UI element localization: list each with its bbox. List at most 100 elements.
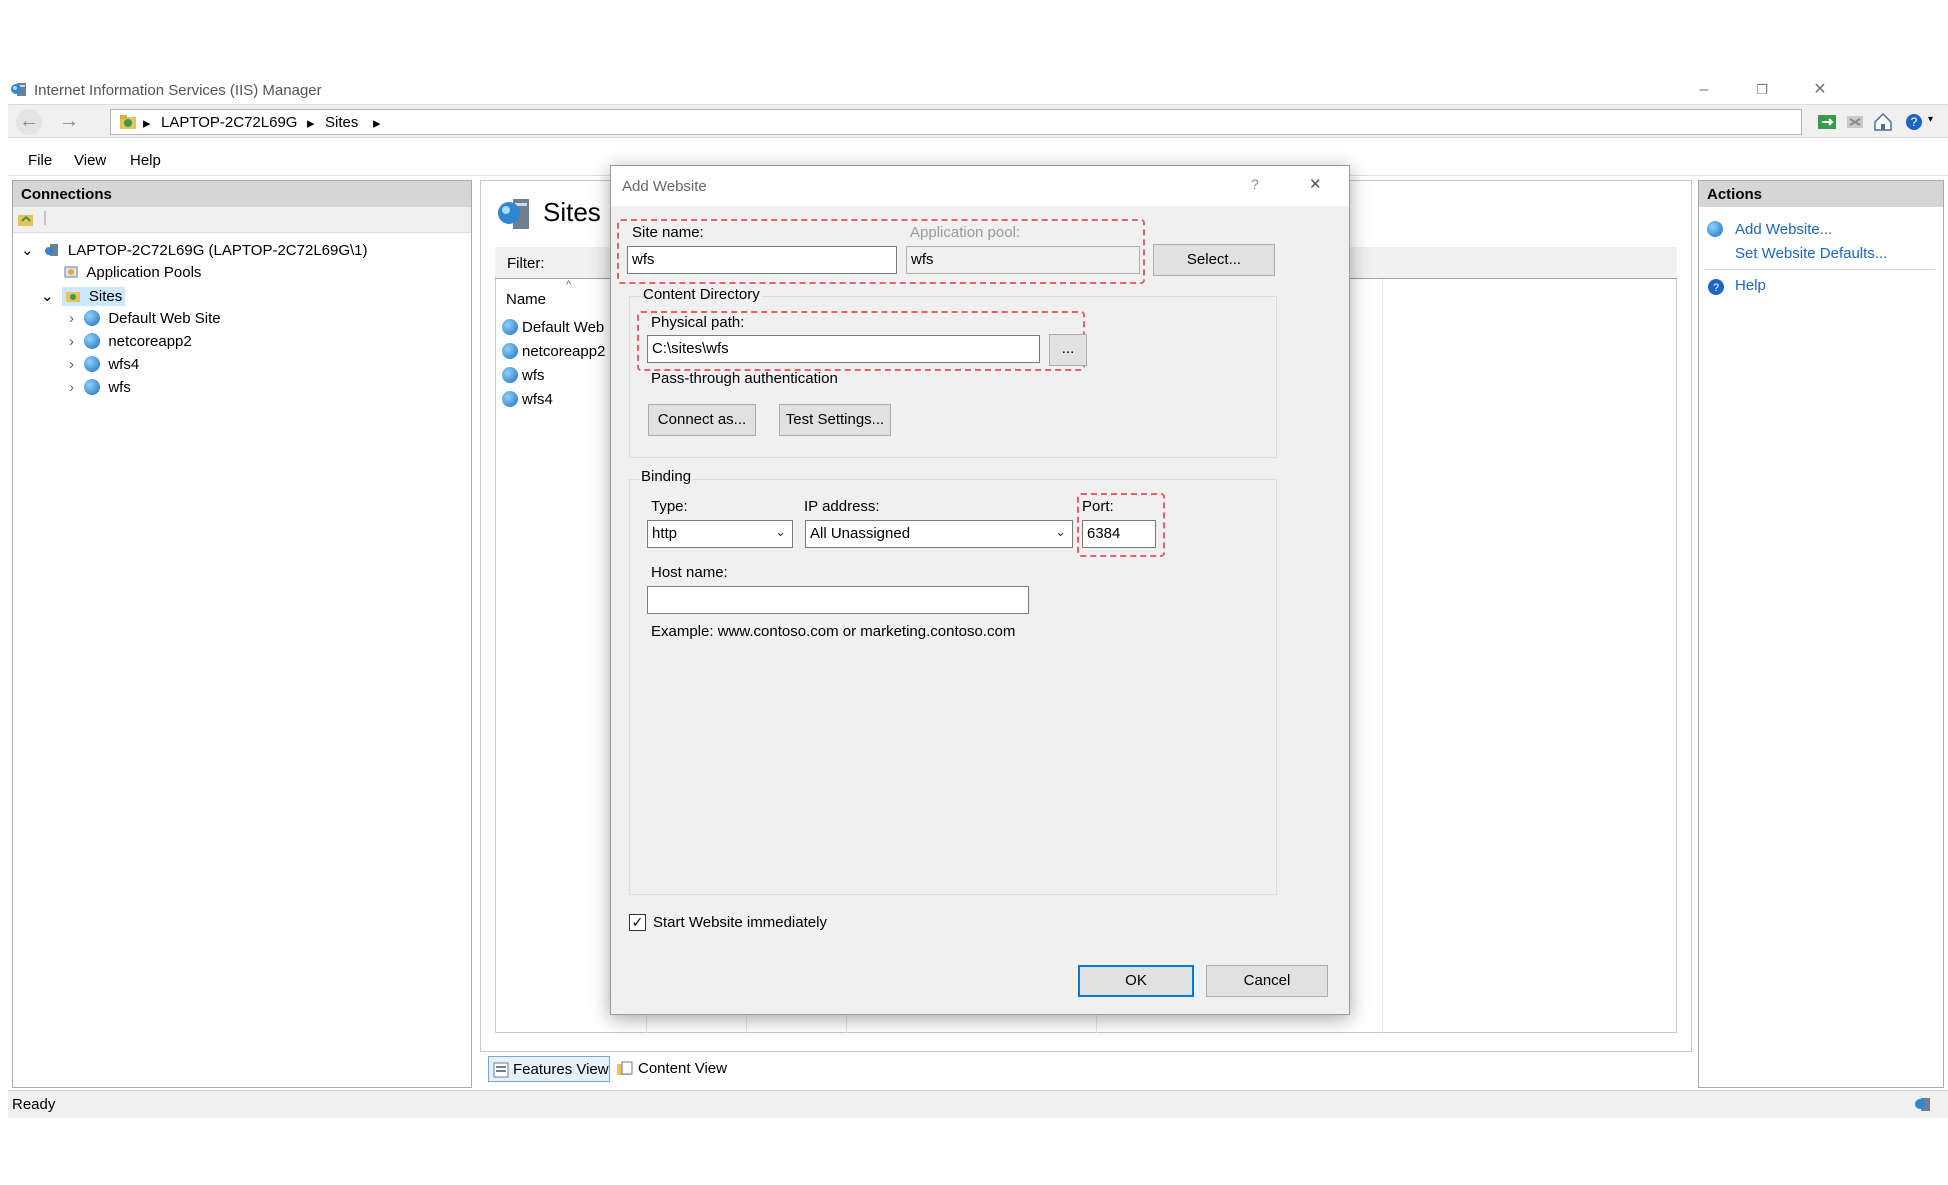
physical-path-input[interactable]: C:\sites\wfs [647,335,1040,363]
start-immediately-checkbox[interactable]: ✓ [629,914,646,931]
expand-chevron-icon[interactable]: › [69,310,74,327]
menu-file[interactable]: File [28,152,52,169]
app-pools-icon [64,266,78,278]
app-pool-input: wfs [906,246,1140,274]
site-row[interactable]: netcoreapp2 [502,343,605,360]
website-globe-icon [84,333,101,349]
address-bar[interactable]: ▸ LAPTOP-2C72L69G ▸ Sites ▸ [110,109,1802,135]
website-globe-icon [84,356,101,372]
help-icon: ? [1708,279,1724,295]
site-name-input[interactable]: wfs [627,246,897,274]
sites-title: Sites [543,197,601,227]
home-icon[interactable] [1872,111,1894,133]
actions-header: Actions [1699,181,1943,207]
tree-sites[interactable]: ⌄ Sites [41,287,126,306]
tree-app-pools[interactable]: Application Pools [63,264,201,281]
host-name-label: Host name: [651,564,728,581]
expand-chevron-icon[interactable]: › [69,379,74,396]
add-website-link[interactable]: Add Website... [1735,221,1832,238]
start-immediately-label: Start Website immediately [653,914,827,931]
help-link[interactable]: Help [1735,277,1766,294]
chevron-down-icon: ⌄ [1055,524,1066,539]
tree-site-label: netcoreapp2 [108,333,192,350]
tree-site-label: wfs4 [108,356,140,373]
minimize-button[interactable]: – [1684,78,1724,102]
actions-divider [1705,269,1935,270]
tab-content-view[interactable]: Content View [614,1056,734,1082]
physical-path-label: Physical path: [651,314,745,331]
help-dropdown-icon[interactable]: ▾ [1928,114,1933,125]
set-website-defaults-link[interactable]: Set Website Defaults... [1735,245,1887,262]
menu-help[interactable]: Help [130,152,161,169]
host-name-example: Example: www.contoso.com or marketing.co… [651,623,1016,640]
tree-site-item[interactable]: › netcoreapp2 [69,333,192,350]
menu-view[interactable]: View [74,152,106,169]
site-row-label: wfs [522,367,545,384]
tree-site-label: Default Web Site [108,310,221,327]
expand-chevron-icon[interactable]: › [69,333,74,350]
iis-app-icon [11,83,26,96]
dialog-close-button[interactable]: ✕ [1309,175,1322,193]
tree-site-item[interactable]: › wfs [69,379,131,396]
port-input[interactable]: 6384 [1082,520,1156,548]
svg-text:?: ? [1713,282,1719,294]
back-button[interactable]: ← [16,109,42,135]
dialog-help-button[interactable]: ? [1251,176,1259,192]
website-globe-icon [84,379,101,395]
breadcrumb-separator-icon: ▸ [307,115,315,132]
browse-path-button[interactable]: ... [1049,334,1087,366]
website-globe-icon [502,319,518,335]
select-app-pool-button[interactable]: Select... [1153,244,1275,276]
breadcrumb-separator-icon: ▸ [143,115,151,132]
navigation-bar: ← → ▸ LAPTOP-2C72L69G ▸ Sites ▸ ? ▾ [8,104,1948,138]
website-globe-icon [502,343,518,359]
window-title: Internet Information Services (IIS) Mana… [34,82,322,99]
restore-button[interactable]: ❐ [1742,78,1782,102]
breadcrumb-separator-icon: ▸ [373,115,381,132]
collapse-chevron-icon[interactable]: ⌄ [41,288,54,305]
close-button[interactable]: ✕ [1800,78,1840,102]
app-pool-label: Application pool: [910,224,1021,241]
tree-site-item[interactable]: › Default Web Site [69,310,221,327]
tree-server-label: LAPTOP-2C72L69G (LAPTOP-2C72L69G\1) [67,242,368,259]
connect-as-button[interactable]: Connect as... [648,404,756,436]
chevron-down-icon: ⌄ [775,524,786,539]
expand-chevron-icon[interactable]: › [69,356,74,373]
tab-content-label: Content View [638,1060,727,1077]
add-website-dialog: Add Website ? ✕ Site name: wfs Applicati… [610,165,1350,1015]
site-row-label: netcoreapp2 [522,343,606,360]
ok-button[interactable]: OK [1078,965,1194,997]
site-row[interactable]: wfs [502,367,545,384]
type-select[interactable]: http ⌄ [647,520,793,548]
website-globe-icon [502,391,518,407]
site-name-label: Site name: [632,224,704,241]
content-view-icon [617,1061,633,1075]
refresh-icon[interactable] [1816,111,1838,133]
connect-icon[interactable] [17,211,35,229]
sites-header-icon [498,199,529,229]
features-view-icon [493,1062,509,1078]
stop-icon[interactable] [1844,111,1866,133]
tab-features-view[interactable]: Features View [488,1056,610,1082]
site-row[interactable]: Default Web [502,319,604,336]
sites-folder-icon [65,292,80,302]
tree-server[interactable]: ⌄ LAPTOP-2C72L69G (LAPTOP-2C72L69G\1) [21,241,368,259]
dialog-title-bar: Add Website ? ✕ [611,166,1349,206]
site-row-label: wfs4 [522,391,553,408]
ip-address-select[interactable]: All Unassigned ⌄ [805,520,1073,548]
help-icon[interactable]: ? [1904,111,1926,133]
type-label: Type: [651,498,688,515]
connections-panel: Connections | ⌄ LAPTOP-2C72L69G (LAPTOP-… [12,180,472,1088]
cancel-button[interactable]: Cancel [1206,965,1328,997]
breadcrumb-server[interactable]: LAPTOP-2C72L69G [161,114,297,131]
site-row[interactable]: wfs4 [502,391,553,408]
tree-site-item[interactable]: › wfs4 [69,356,139,373]
test-settings-button[interactable]: Test Settings... [779,404,891,436]
svg-text:?: ? [1911,115,1918,129]
host-name-input[interactable] [647,586,1029,614]
dialog-title: Add Website [622,178,707,195]
breadcrumb-sites[interactable]: Sites [325,114,358,131]
collapse-chevron-icon[interactable]: ⌄ [21,242,34,259]
column-header-name[interactable]: Name [506,291,546,308]
forward-button[interactable]: → [56,109,82,135]
